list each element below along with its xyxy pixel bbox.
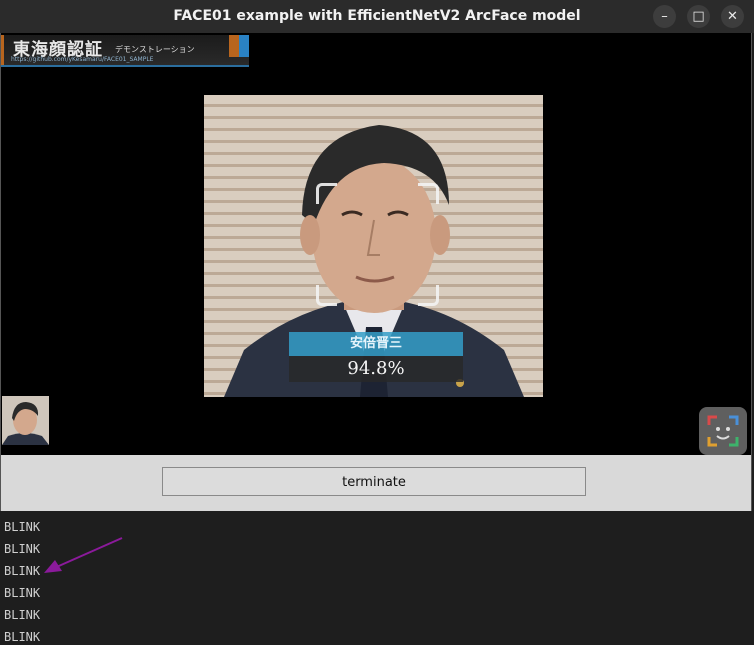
close-icon: ✕ bbox=[727, 9, 738, 24]
face-scan-icon bbox=[707, 415, 739, 447]
face-thumbnail bbox=[2, 396, 49, 445]
minimize-button[interactable]: – bbox=[653, 5, 676, 28]
minimize-icon: – bbox=[661, 9, 668, 24]
log-line: BLINK bbox=[4, 564, 41, 578]
video-canvas: 東海顔認証 デモンストレーション https://github.com/yKes… bbox=[1, 33, 751, 455]
face-bracket-top-right bbox=[418, 183, 439, 204]
logo-stripe-blue bbox=[239, 35, 249, 57]
logo-banner: 東海顔認証 デモンストレーション https://github.com/yKes… bbox=[1, 35, 249, 67]
face-bracket-top-left bbox=[316, 183, 337, 204]
terminal-log: BLINK BLINK BLINK BLINK BLINK BLINK bbox=[0, 511, 754, 645]
maximize-button[interactable]: □ bbox=[687, 5, 710, 28]
logo-url: https://github.com/yKesamaru/FACE01_SAMP… bbox=[11, 56, 154, 63]
maximize-icon: □ bbox=[692, 9, 705, 24]
face-scan-widget[interactable] bbox=[699, 407, 747, 455]
arrow-icon bbox=[44, 537, 123, 573]
close-button[interactable]: ✕ bbox=[721, 5, 744, 28]
log-line: BLINK bbox=[4, 520, 41, 534]
thumbnail-image bbox=[2, 396, 49, 445]
logo-accent bbox=[1, 35, 4, 65]
logo-stripe-orange bbox=[229, 35, 239, 57]
face-bracket-bottom-right bbox=[418, 285, 439, 306]
window-title: FACE01 example with EfficientNetV2 ArcFa… bbox=[173, 8, 581, 24]
title-bar: FACE01 example with EfficientNetV2 ArcFa… bbox=[0, 0, 754, 33]
terminate-button[interactable]: terminate bbox=[162, 467, 586, 496]
face-bracket-bottom-left bbox=[316, 285, 337, 306]
log-line: BLINK bbox=[4, 542, 41, 556]
logo-katakana: デモンストレーション bbox=[115, 45, 195, 54]
log-line: BLINK bbox=[4, 630, 41, 644]
log-line: BLINK bbox=[4, 608, 41, 622]
recognized-name: 安倍晋三 bbox=[289, 332, 463, 356]
button-bar: terminate bbox=[1, 455, 751, 511]
app-window: 東海顔認証 デモンストレーション https://github.com/yKes… bbox=[0, 33, 752, 511]
log-line: BLINK bbox=[4, 586, 41, 600]
recognition-score: 94.8% bbox=[289, 356, 463, 382]
face-photo: 安倍晋三 94.8% bbox=[204, 95, 543, 397]
